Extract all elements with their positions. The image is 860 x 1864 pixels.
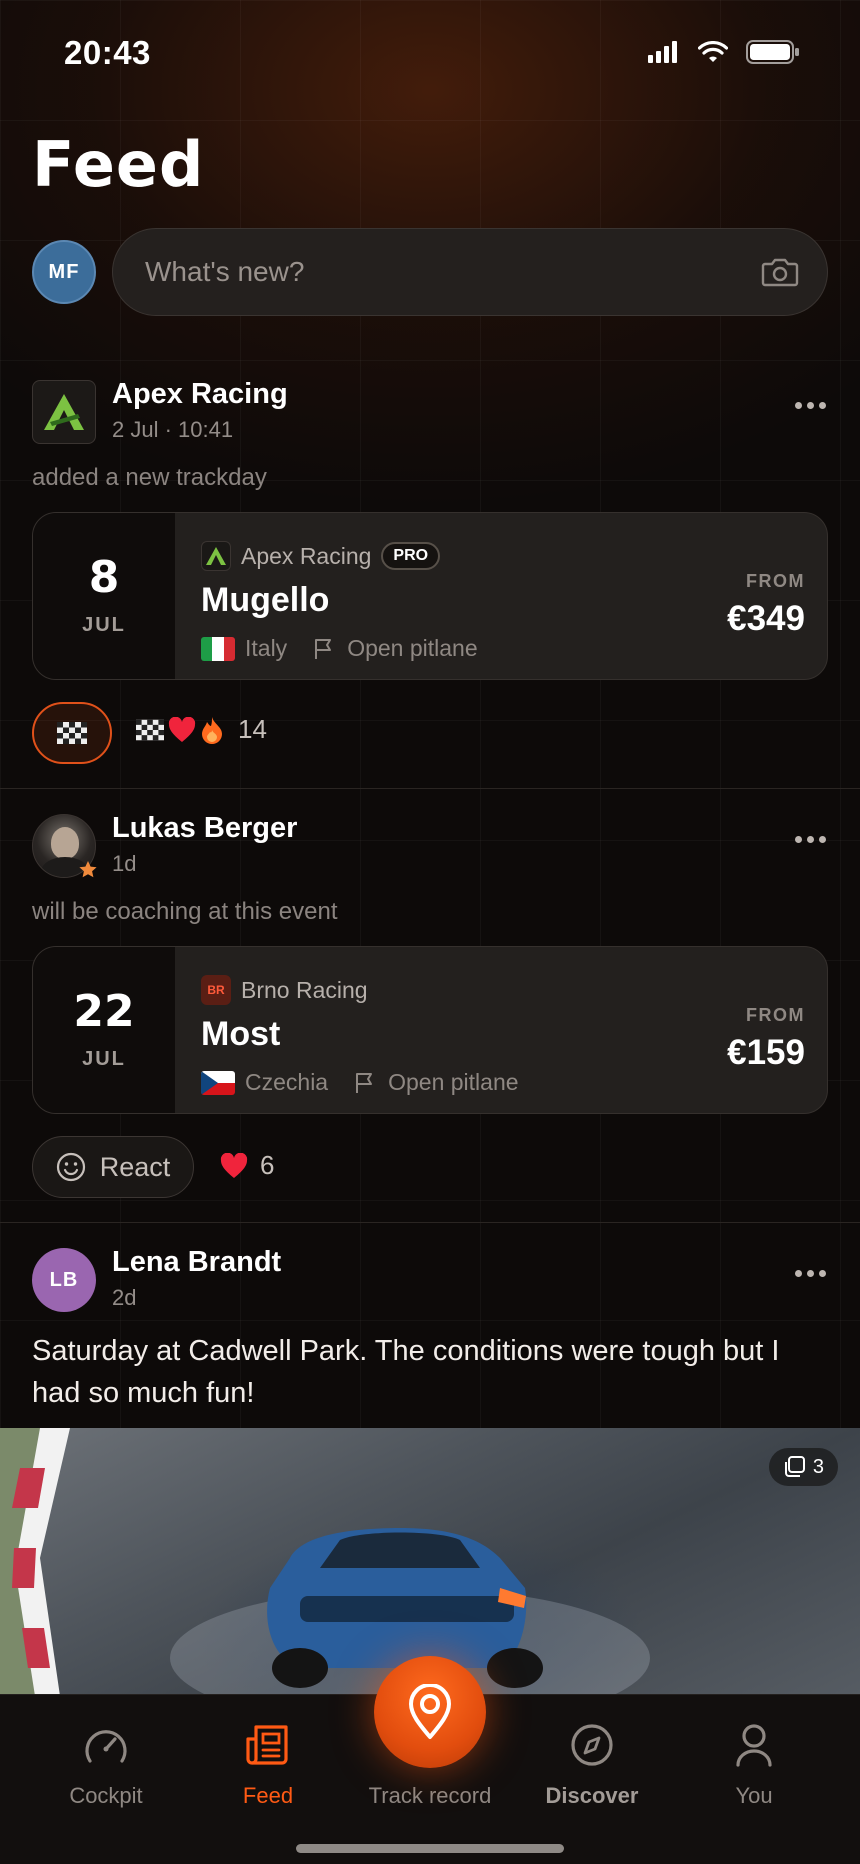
post-header: Lukas Berger 1d xyxy=(112,812,297,877)
tab-feed[interactable]: Feed xyxy=(188,1723,348,1809)
organizer-logo: BR xyxy=(201,975,231,1005)
reaction-summary[interactable]: 14 xyxy=(136,714,267,745)
more-options-icon[interactable] xyxy=(795,1270,826,1277)
post-action-text: will be coaching at this event xyxy=(32,898,338,925)
post-timestamp: 1d xyxy=(112,851,137,876)
react-label: React xyxy=(99,1151,171,1182)
tab-label: Track record xyxy=(368,1783,492,1808)
photo-count-badge: 3 xyxy=(768,1448,838,1486)
home-indicator xyxy=(296,1844,564,1853)
post-header: Apex Racing 2 Jul · 10:41 xyxy=(112,378,288,443)
newspaper-icon xyxy=(246,1725,288,1765)
avatar-initials: MF xyxy=(48,260,80,283)
event-country: Italy xyxy=(245,635,288,661)
price-from-label: FROM xyxy=(746,571,805,591)
tab-label: Discover xyxy=(545,1783,639,1808)
event-format: Open pitlane xyxy=(388,1069,519,1095)
person-icon xyxy=(736,1724,772,1767)
gauge-icon xyxy=(85,1730,127,1763)
composer-placeholder: What's new? xyxy=(145,256,305,287)
post-author[interactable]: Lukas Berger xyxy=(112,812,297,845)
compass-icon xyxy=(571,1724,613,1766)
post-header: Lena Brandt 2d xyxy=(112,1246,281,1311)
apex-logo-icon xyxy=(44,394,84,430)
post-timestamp: 2 Jul · 10:41 xyxy=(112,417,234,442)
event-date: 8 JUL xyxy=(33,513,175,679)
pro-badge: PRO xyxy=(381,542,441,570)
photo-count: 3 xyxy=(812,1455,824,1478)
event-location: Czechia Open pitlane xyxy=(201,1069,519,1096)
post-divider xyxy=(0,1222,860,1223)
battery-icon xyxy=(746,40,799,64)
event-day: 8 xyxy=(88,551,120,603)
tab-label: Cockpit xyxy=(69,1783,143,1808)
more-options-icon[interactable] xyxy=(795,836,826,843)
event-organizer: Apex Racing PRO xyxy=(201,541,441,571)
flag-outline-icon xyxy=(356,1072,373,1093)
price-from-label: FROM xyxy=(746,1005,805,1025)
coach-star-icon xyxy=(79,861,97,878)
page-title: Feed xyxy=(32,128,205,201)
event-month: JUL xyxy=(82,1047,126,1070)
react-button-active[interactable] xyxy=(32,702,112,764)
heart-icon xyxy=(168,716,196,742)
user-avatar[interactable]: MF xyxy=(32,240,96,304)
organizer-name: Brno Racing xyxy=(241,976,368,1003)
event-price: €159 xyxy=(727,1033,805,1072)
post-action-text: added a new trackday xyxy=(32,464,267,491)
track-name: Most xyxy=(201,1015,281,1053)
track-record-button[interactable] xyxy=(374,1656,486,1768)
event-day: 22 xyxy=(73,985,135,1037)
react-button[interactable]: React xyxy=(32,1136,194,1198)
tab-label: Feed xyxy=(242,1783,294,1808)
camera-icon[interactable] xyxy=(761,256,799,288)
checkered-flag-icon xyxy=(57,722,87,744)
user-avatar[interactable]: LB xyxy=(32,1248,96,1312)
event-date: 22 JUL xyxy=(33,947,175,1113)
gallery-icon xyxy=(784,1456,805,1477)
cellular-signal-icon xyxy=(648,41,677,63)
event-price: €349 xyxy=(727,599,805,638)
tab-track-record[interactable]: Track record xyxy=(350,1767,510,1809)
checkered-flag-icon xyxy=(136,719,164,740)
location-pin-icon xyxy=(409,1684,451,1739)
reaction-count: 14 xyxy=(238,714,267,744)
czechia-flag-icon xyxy=(201,1070,235,1095)
organizer-logo-icon xyxy=(201,541,231,571)
post-divider xyxy=(0,788,860,789)
tab-you[interactable]: You xyxy=(674,1723,834,1809)
apex-racing-logo[interactable] xyxy=(32,380,96,444)
trackday-card[interactable]: 22 JUL BR Brno Racing Most Czechia Open … xyxy=(32,946,828,1114)
status-icons xyxy=(648,40,800,64)
flag-outline-icon xyxy=(315,638,332,659)
post-author[interactable]: Apex Racing xyxy=(112,378,288,411)
organizer-name: Apex Racing xyxy=(241,542,372,569)
trackday-card[interactable]: 8 JUL Apex Racing PRO Mugello Italy Open… xyxy=(32,512,828,680)
event-organizer: BR Brno Racing xyxy=(201,975,368,1005)
track-name: Mugello xyxy=(201,581,330,619)
status-time: 20:43 xyxy=(64,34,151,71)
heart-icon xyxy=(220,1152,248,1178)
tab-label: You xyxy=(735,1783,773,1808)
composer-input[interactable]: What's new? xyxy=(112,228,828,316)
wifi-icon xyxy=(698,41,728,62)
fire-icon xyxy=(202,716,222,744)
reaction-count: 6 xyxy=(260,1150,275,1180)
avatar-initials: LB xyxy=(49,1268,79,1291)
event-location: Italy Open pitlane xyxy=(201,635,478,662)
post-timestamp: 2d xyxy=(112,1285,137,1310)
smiley-icon xyxy=(56,1152,85,1182)
event-country: Czechia xyxy=(245,1069,329,1095)
reaction-summary[interactable]: 6 xyxy=(220,1150,274,1181)
post-text: Saturday at Cadwell Park. The conditions… xyxy=(32,1335,780,1409)
tab-cockpit[interactable]: Cockpit xyxy=(26,1723,186,1809)
more-options-icon[interactable] xyxy=(795,402,826,409)
event-month: JUL xyxy=(82,613,126,636)
italy-flag-icon xyxy=(201,636,235,661)
post-author[interactable]: Lena Brandt xyxy=(112,1246,281,1279)
event-format: Open pitlane xyxy=(347,635,478,661)
tab-discover[interactable]: Discover xyxy=(512,1723,672,1809)
